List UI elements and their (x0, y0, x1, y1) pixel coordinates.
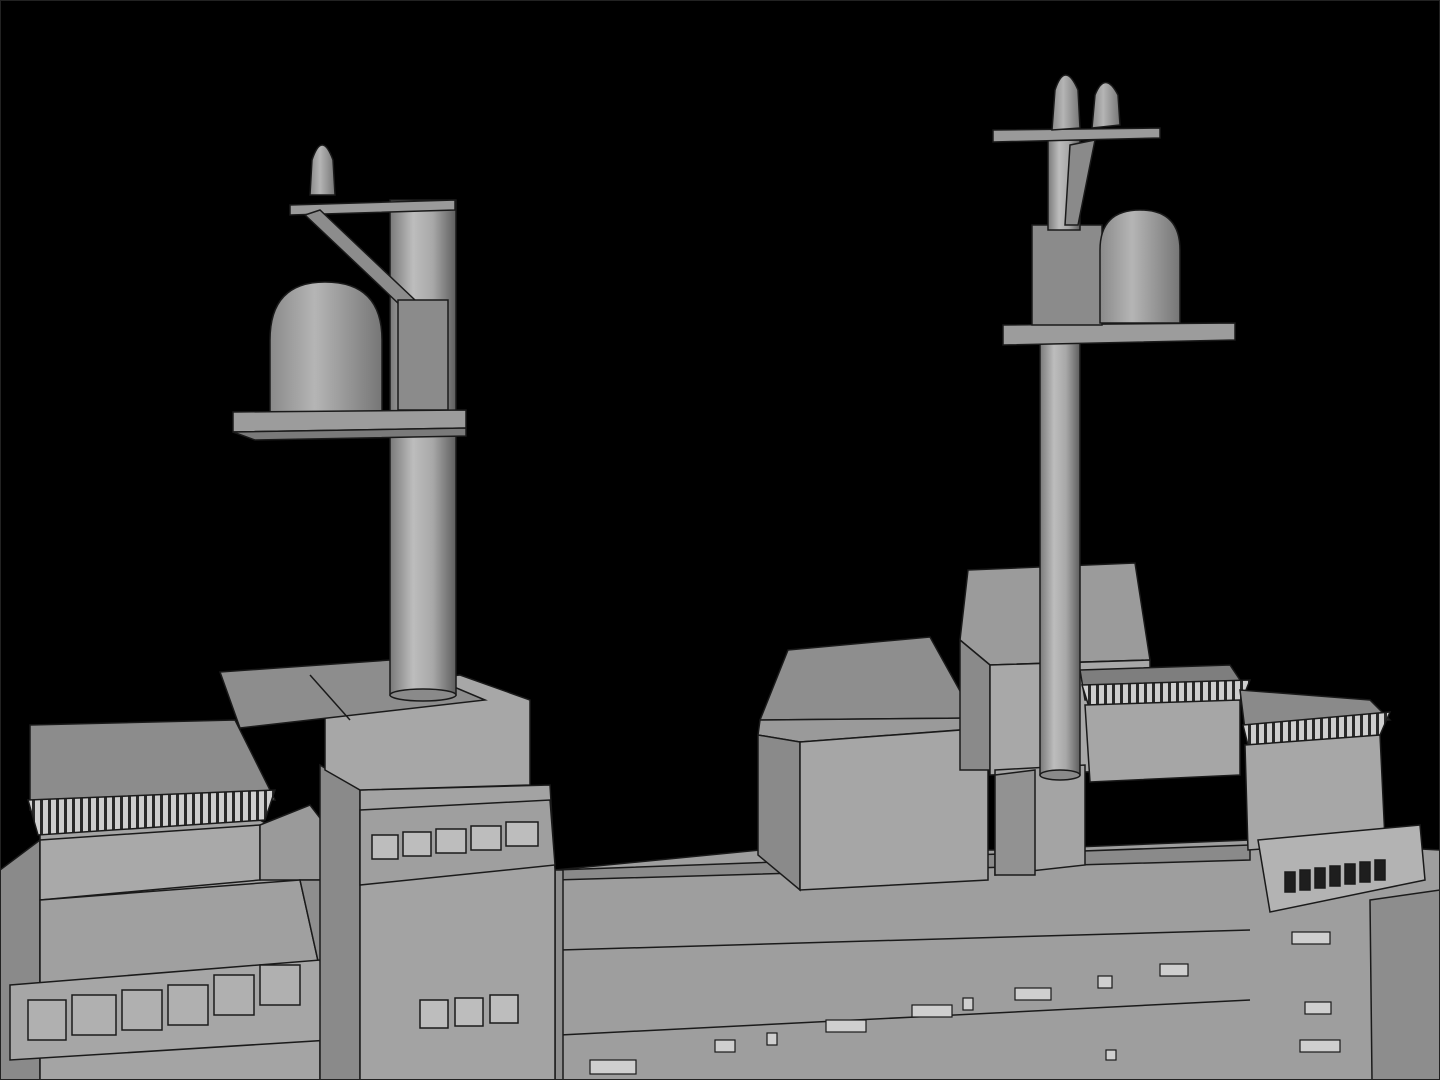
fore-mast-pole (389, 199, 457, 696)
radome (1099, 209, 1181, 324)
radome (269, 281, 383, 413)
ship-superstructure-render (0, 0, 1440, 1080)
main-mast-pole (1039, 334, 1081, 776)
